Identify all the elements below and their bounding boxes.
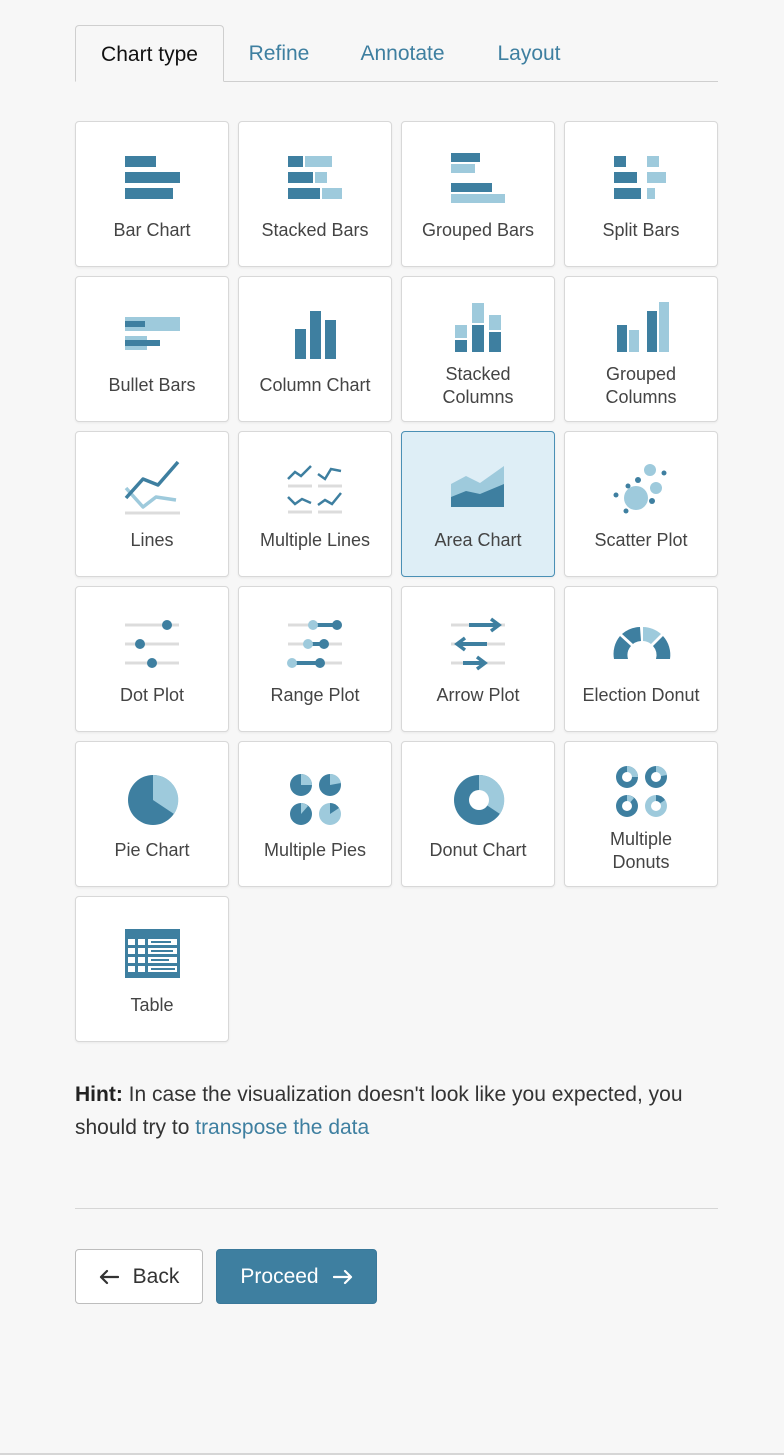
chart-type-multiple-lines[interactable]: Multiple Lines [238,431,392,577]
tab-layout[interactable]: Layout [483,25,575,82]
table-icon [123,925,183,985]
chart-type-label: Grouped Columns [605,364,677,407]
proceed-button[interactable]: Proceed [216,1249,377,1304]
multiple-lines-icon [286,460,346,520]
chart-type-range-plot[interactable]: Range Plot [238,586,392,732]
chart-type-label: Scatter Plot [594,530,688,550]
chart-type-multiple-donuts[interactable]: Multiple Donuts [564,741,718,887]
chart-editor: Chart type Refine Annotate Layout Bar Ch… [75,0,718,1304]
tab-bar: Chart type Refine Annotate Layout [75,0,718,82]
chart-type-label: Multiple Pies [263,840,367,860]
chart-type-scatter-plot[interactable]: Scatter Plot [564,431,718,577]
stacked-columns-icon [449,297,509,357]
hint-text: Hint: In case the visualization doesn't … [75,1078,718,1144]
chart-type-column-chart[interactable]: Column Chart [238,276,392,422]
dot-plot-icon [123,615,183,675]
chart-type-bullet-bars[interactable]: Bullet Bars [75,276,229,422]
chart-type-pie-chart[interactable]: Pie Chart [75,741,229,887]
chart-type-bar-chart[interactable]: Bar Chart [75,121,229,267]
split-bars-icon [612,150,672,210]
pie-chart-icon [123,770,183,830]
divider [75,1208,718,1209]
chart-type-stacked-columns[interactable]: Stacked Columns [401,276,555,422]
chart-type-label: Donut Chart [429,840,527,860]
transpose-data-link[interactable]: transpose the data [195,1116,369,1139]
tab-annotate[interactable]: Annotate [346,25,459,82]
grouped-bars-icon [449,150,509,210]
arrow-right-icon [332,1269,353,1285]
bar-chart-icon [123,150,183,210]
bullet-bars-icon [123,305,183,365]
chart-type-label: Bullet Bars [108,375,196,395]
grouped-columns-icon [612,297,672,357]
chart-type-label: Range Plot [270,685,360,705]
tab-chart-type[interactable]: Chart type [75,25,224,82]
chart-type-label: Pie Chart [114,840,190,860]
chart-type-label: Election Donut [582,685,700,705]
area-chart-icon [449,460,509,520]
chart-type-grouped-bars[interactable]: Grouped Bars [401,121,555,267]
chart-type-area-chart[interactable]: Area Chart [401,431,555,577]
chart-type-label: Table [130,995,174,1015]
chart-type-label: Bar Chart [113,220,191,240]
arrow-left-icon [99,1269,119,1285]
hint-body: In case the visualization doesn't look l… [75,1083,683,1139]
chart-type-label: Arrow Plot [436,685,520,705]
chart-type-label: Split Bars [602,220,680,240]
tab-refine[interactable]: Refine [236,25,322,82]
hint-prefix: Hint: [75,1083,123,1106]
chart-type-label: Stacked Columns [442,364,514,407]
chart-type-label: Multiple Lines [259,530,371,550]
back-button[interactable]: Back [75,1249,203,1304]
election-donut-icon [612,615,672,675]
arrow-plot-icon [449,615,509,675]
chart-type-label: Dot Plot [119,685,185,705]
chart-type-multiple-pies[interactable]: Multiple Pies [238,741,392,887]
chart-type-election-donut[interactable]: Election Donut [564,586,718,732]
chart-type-label: Multiple Donuts [609,829,673,872]
range-plot-icon [286,615,346,675]
chart-type-donut-chart[interactable]: Donut Chart [401,741,555,887]
chart-type-lines[interactable]: Lines [75,431,229,577]
proceed-label: Proceed [240,1265,319,1288]
chart-type-arrow-plot[interactable]: Arrow Plot [401,586,555,732]
donut-chart-icon [449,770,509,830]
multiple-donuts-icon [612,762,672,822]
chart-type-grouped-columns[interactable]: Grouped Columns [564,276,718,422]
back-label: Back [132,1265,180,1288]
chart-type-label: Area Chart [434,530,522,550]
chart-type-table[interactable]: Table [75,896,229,1042]
column-chart-icon [286,305,346,365]
chart-type-label: Column Chart [259,375,371,395]
chart-type-split-bars[interactable]: Split Bars [564,121,718,267]
chart-type-stacked-bars[interactable]: Stacked Bars [238,121,392,267]
stacked-bars-icon [286,150,346,210]
scatter-plot-icon [612,460,672,520]
chart-type-label: Lines [130,530,174,550]
chart-type-dot-plot[interactable]: Dot Plot [75,586,229,732]
lines-icon [123,460,183,520]
chart-type-label: Grouped Bars [421,220,535,240]
chart-type-label: Stacked Bars [261,220,369,240]
multiple-pies-icon [286,770,346,830]
